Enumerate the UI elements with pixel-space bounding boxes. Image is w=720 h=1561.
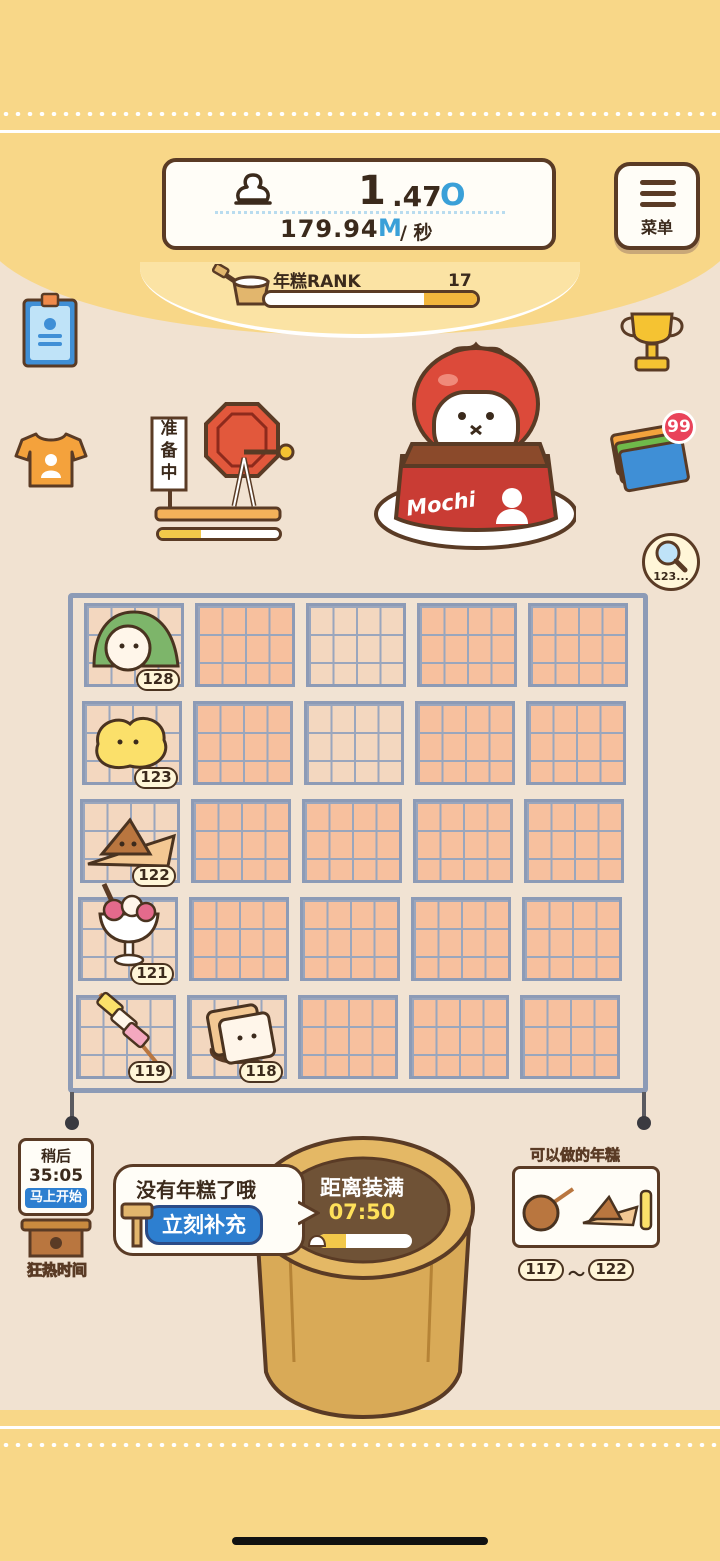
rank-level: 17: [448, 271, 472, 291]
mallet-icon: [120, 1202, 154, 1248]
item-level-badge: 122: [132, 865, 176, 887]
grid-cell[interactable]: [191, 799, 291, 883]
grid-cell[interactable]: [417, 603, 517, 687]
fever-later-label: 稍后: [40, 1147, 71, 1165]
mochi-count-int: 1: [358, 168, 386, 214]
profile-card-icon[interactable]: [20, 290, 80, 370]
item-level-badge: 123: [134, 767, 178, 789]
fever-time-title: 狂热时间: [26, 1261, 87, 1280]
grid-cell[interactable]: [522, 897, 622, 981]
search-label: 123...: [653, 570, 689, 583]
top-dots: [0, 112, 720, 116]
fever-timer-card[interactable]: 稍后 35:05 马上开始: [18, 1138, 94, 1216]
grid-cell[interactable]: [302, 799, 402, 883]
fill-label: 距离装满: [320, 1176, 404, 1200]
machine-progress-bar: [156, 527, 282, 541]
grid-cell[interactable]: [526, 701, 626, 785]
drum-icon: [20, 1218, 92, 1258]
can-make-card[interactable]: [512, 1166, 660, 1248]
bubble-tail: [298, 1200, 320, 1226]
cards-badge: 99: [662, 410, 696, 444]
rank-progress-bar: [262, 290, 480, 308]
range-separator: ～: [568, 1265, 585, 1285]
production-rate-unit: M: [378, 214, 402, 242]
range-from: 117: [518, 1259, 564, 1281]
grid-foot: [637, 1116, 651, 1130]
refill-message: 没有年糕了哦: [136, 1178, 256, 1202]
grid-foot: [65, 1116, 79, 1130]
item-level-badge: 119: [128, 1061, 172, 1083]
grid-cell[interactable]: [195, 603, 295, 687]
grid-cell[interactable]: [298, 995, 398, 1079]
machine-status-sign: 准 备 中: [152, 418, 186, 484]
menu-icon-bar: [640, 191, 676, 196]
grid-cell[interactable]: [415, 701, 515, 785]
machine-sign-char: 准: [160, 419, 178, 439]
item-level-badge: 118: [239, 1061, 283, 1083]
production-rate: 179.94: [280, 215, 379, 243]
fever-start-button[interactable]: 马上开始: [25, 1188, 87, 1208]
rank-label: 年糕RANK: [273, 272, 361, 292]
tomato-shopkeeper[interactable]: [372, 334, 576, 554]
search-button[interactable]: 123...: [642, 533, 700, 591]
mochi-count-frac: .47: [392, 180, 442, 213]
machine-progress-fill: [159, 530, 201, 538]
can-make-title: 可以做的年糕: [530, 1146, 621, 1165]
available-mochi-icons: [522, 1187, 653, 1232]
outfit-icon[interactable]: [14, 430, 88, 490]
mochi-count-unit: O: [440, 178, 466, 213]
grid-cell[interactable]: [520, 995, 620, 1079]
magnifier-icon: [655, 540, 688, 573]
grid-cell[interactable]: [300, 897, 400, 981]
menu-icon-bar: [640, 202, 676, 207]
green-mochi-icon: [92, 610, 180, 672]
menu-label: 菜单: [640, 218, 673, 237]
grid-cell[interactable]: [524, 799, 624, 883]
grid-cell[interactable]: [304, 701, 404, 785]
grid-cell[interactable]: [413, 799, 513, 883]
grid-cell[interactable]: [409, 995, 509, 1079]
bottom-dots: [0, 1443, 720, 1447]
machine-sign-char: 中: [160, 463, 178, 483]
stats-divider: [215, 211, 505, 214]
parfait-icon: [98, 882, 160, 967]
grid-cell[interactable]: [193, 701, 293, 785]
range-to: 122: [588, 1259, 634, 1281]
grid-cell[interactable]: [528, 603, 628, 687]
production-rate-per: / 秒: [400, 222, 433, 244]
mochi-small-icon: [307, 1234, 327, 1247]
grid-cell[interactable]: [189, 897, 289, 981]
grid-cell[interactable]: [411, 897, 511, 981]
skewer-icon: [96, 991, 158, 1064]
refill-now-button[interactable]: 立刻补充: [145, 1205, 263, 1245]
fever-countdown: 35:05: [28, 1166, 84, 1186]
top-line: [0, 130, 720, 133]
fill-countdown: 07:50: [328, 1200, 396, 1224]
item-level-badge: 121: [130, 963, 174, 985]
grid-cell[interactable]: [306, 603, 406, 687]
menu-button[interactable]: 菜单: [614, 162, 700, 250]
top-band: [0, 0, 720, 150]
mortar-icon: [212, 264, 270, 306]
rank-progress-fill: [424, 293, 477, 305]
toast-mochi-icon: [206, 1003, 276, 1065]
machine-sign-char: 备: [160, 441, 178, 461]
home-indicator: [232, 1537, 488, 1545]
mochi-count-icon: [234, 173, 272, 205]
menu-icon: [640, 180, 676, 185]
trophy-icon[interactable]: [614, 308, 690, 376]
fill-progress-bar: [318, 1234, 412, 1248]
item-level-badge: 128: [136, 669, 180, 691]
